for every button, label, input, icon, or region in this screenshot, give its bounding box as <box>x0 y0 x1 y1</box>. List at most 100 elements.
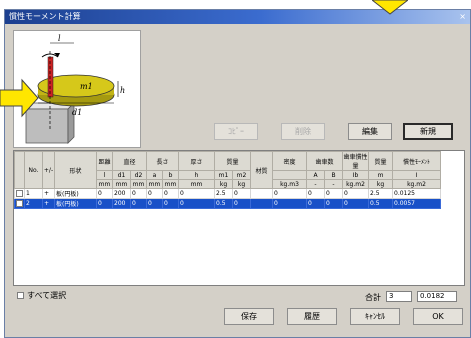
cell-m2[interactable]: 0 <box>232 188 251 199</box>
sym-h: h <box>178 170 215 180</box>
sym-Ib: Ib <box>342 170 369 180</box>
col-inertia[interactable]: 慣性ﾓｰﾒﾝﾄ <box>392 151 441 171</box>
unit-I: kg.m2 <box>392 179 441 189</box>
col-distance[interactable]: 距離 <box>96 151 113 171</box>
cell-b[interactable]: 0 <box>162 198 179 209</box>
unit-m1: kg <box>214 179 233 189</box>
cell-mass[interactable]: 2.5 <box>368 188 393 199</box>
unit-B: - <box>324 179 343 189</box>
table-header-row: No. +/- 形状 距離 直径 長さ 厚さ 質量 材質 密度 歯車数 歯車慣性… <box>14 151 441 189</box>
col-mass[interactable]: 質量 <box>214 151 251 171</box>
cell-d2[interactable]: 0 <box>130 188 147 199</box>
sym-d1: d1 <box>112 170 131 180</box>
copy-button[interactable]: ｺﾋﾟｰ <box>214 123 258 140</box>
cell-inertia[interactable]: 0.0057 <box>392 198 441 209</box>
cell-d1[interactable]: 200 <box>112 198 131 209</box>
ok-button[interactable]: OK <box>413 308 463 325</box>
select-all[interactable]: すべて選択 <box>17 290 66 301</box>
cell-d2[interactable]: 0 <box>130 198 147 209</box>
unit-a: mm <box>146 179 163 189</box>
cell-gear-a[interactable]: 0 <box>306 198 325 209</box>
cell-a[interactable]: 0 <box>146 198 163 209</box>
col-sign[interactable]: +/- <box>42 151 55 189</box>
sym-m2: m2 <box>232 170 251 180</box>
cell-density[interactable]: 0 <box>272 198 307 209</box>
inertia-calculator-window: 慣性モーメント計算 × l h m1 d1 ｺﾋﾟｰ 削除 編集 新規 No. … <box>4 9 471 338</box>
sym-density <box>272 170 307 180</box>
cell-ib[interactable]: 0 <box>342 198 369 209</box>
cell-gear-b[interactable]: 0 <box>324 188 343 199</box>
select-all-checkbox[interactable] <box>17 292 24 299</box>
cell-density[interactable]: 0 <box>272 188 307 199</box>
unit-b: mm <box>162 179 179 189</box>
cell-sign[interactable]: + <box>42 188 55 199</box>
new-button[interactable]: 新規 <box>403 123 453 140</box>
cell-gear-a[interactable]: 0 <box>306 188 325 199</box>
cell-ib[interactable]: 0 <box>342 188 369 199</box>
col-density[interactable]: 密度 <box>272 151 307 171</box>
cell-distance[interactable]: 0 <box>96 188 113 199</box>
cell-shape[interactable]: 板(円板) <box>54 188 97 199</box>
pointer-arrow-icon <box>372 0 408 15</box>
unit-A: - <box>306 179 325 189</box>
col-no[interactable]: No. <box>24 151 43 189</box>
cell-m1[interactable]: 0.5 <box>214 198 233 209</box>
cancel-button[interactable]: ｷｬﾝｾﾙ <box>350 308 400 325</box>
row-checkbox[interactable] <box>16 200 23 207</box>
unit-density: kg.m3 <box>272 179 307 189</box>
component-grid: No. +/- 形状 距離 直径 長さ 厚さ 質量 材質 密度 歯車数 歯車慣性… <box>14 151 441 209</box>
total-mass-field: 3 <box>386 291 412 302</box>
cell-no[interactable]: 2 <box>24 198 43 209</box>
cell-m2[interactable]: 0 <box>232 198 251 209</box>
sym-I: I <box>392 170 441 180</box>
col-diameter[interactable]: 直径 <box>112 151 147 171</box>
cell-material[interactable] <box>250 198 273 209</box>
col-thickness[interactable]: 厚さ <box>178 151 215 171</box>
unit-m: kg <box>368 179 393 189</box>
close-icon[interactable]: × <box>459 10 466 24</box>
col-shape[interactable]: 形状 <box>54 151 97 189</box>
col-material[interactable]: 材質 <box>250 151 273 189</box>
pointer-arrow-icon <box>0 78 39 118</box>
cell-shape[interactable]: 板(円板) <box>54 198 97 209</box>
cell-distance[interactable]: 0 <box>96 198 113 209</box>
history-button[interactable]: 履歴 <box>287 308 337 325</box>
edit-button[interactable]: 編集 <box>348 123 392 140</box>
label-h: h <box>120 86 125 95</box>
sym-B: B <box>324 170 343 180</box>
sym-l: l <box>96 170 113 180</box>
cell-gear-b[interactable]: 0 <box>324 198 343 209</box>
unit-m2: kg <box>232 179 251 189</box>
cell-a[interactable]: 0 <box>146 188 163 199</box>
row-checkbox[interactable] <box>16 190 23 197</box>
label-m1: m1 <box>80 82 93 91</box>
total-label: 合計 <box>365 293 381 302</box>
col-total-mass[interactable]: 質量 <box>368 151 393 171</box>
delete-button[interactable]: 削除 <box>281 123 325 140</box>
total-inertia-field: 0.0182 <box>417 291 457 302</box>
table-row[interactable]: 1 + 板(円板) 0 200 0 0 0 0 2.5 0 0 0 0 0 2.… <box>14 188 441 199</box>
col-gear-teeth[interactable]: 歯車数 <box>306 151 343 171</box>
unit-Ib: kg.m2 <box>342 179 369 189</box>
cell-material[interactable] <box>250 188 273 199</box>
cell-d1[interactable]: 200 <box>112 188 131 199</box>
cell-inertia[interactable]: 0.0125 <box>392 188 441 199</box>
sym-d2: d2 <box>130 170 147 180</box>
cell-mass[interactable]: 0.5 <box>368 198 393 209</box>
cell-sign[interactable]: + <box>42 198 55 209</box>
label-d1: d1 <box>72 108 82 117</box>
col-length[interactable]: 長さ <box>146 151 179 171</box>
cell-m1[interactable]: 2.5 <box>214 188 233 199</box>
table-row[interactable]: 2 + 板(円板) 0 200 0 0 0 0 0.5 0 0 0 0 0 0.… <box>14 198 441 209</box>
cell-b[interactable]: 0 <box>162 188 179 199</box>
col-gear-inertia[interactable]: 歯車慣性量 <box>342 151 369 171</box>
component-table: No. +/- 形状 距離 直径 長さ 厚さ 質量 材質 密度 歯車数 歯車慣性… <box>13 150 465 286</box>
unit-l: mm <box>96 179 113 189</box>
sym-m1: m1 <box>214 170 233 180</box>
cell-h[interactable]: 0 <box>178 198 215 209</box>
save-button[interactable]: 保存 <box>224 308 274 325</box>
window-title: 慣性モーメント計算 <box>9 12 81 21</box>
cell-no[interactable]: 1 <box>24 188 43 199</box>
cell-h[interactable]: 0 <box>178 188 215 199</box>
label-l: l <box>58 34 61 43</box>
